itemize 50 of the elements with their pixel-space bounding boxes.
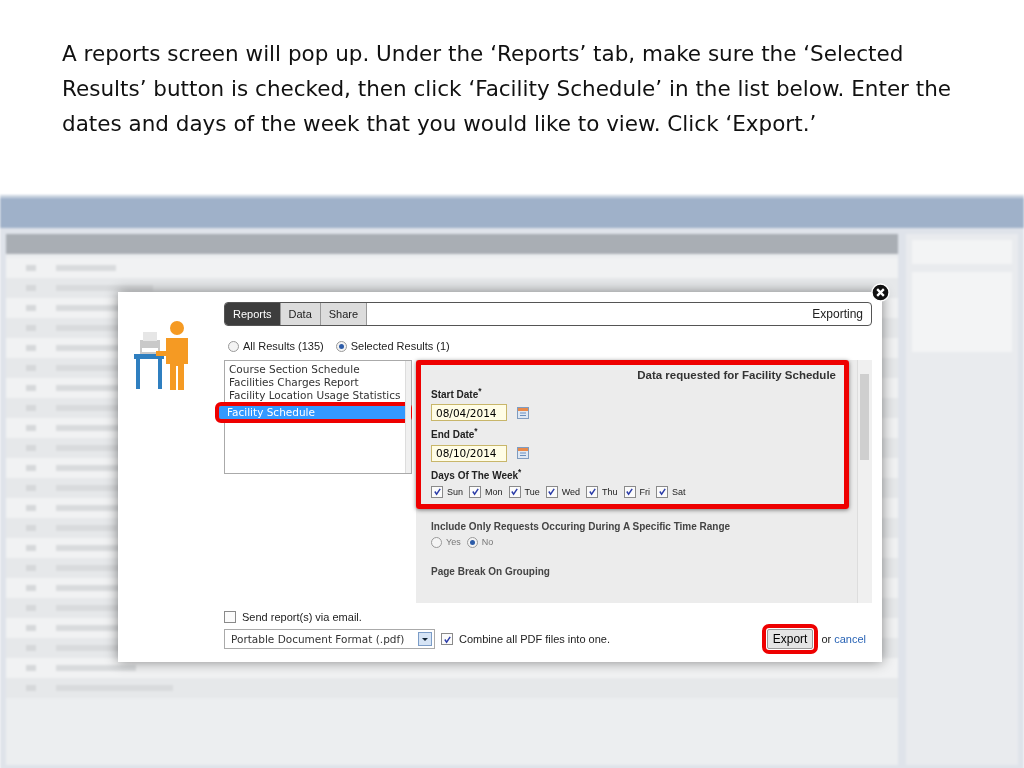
tab[interactable]: Share — [320, 303, 368, 325]
calendar-icon[interactable] — [517, 406, 529, 419]
field-label: Start Date$^{*}$ — [431, 386, 483, 401]
tab[interactable]: Data — [280, 303, 321, 325]
checkbox-label: Send report(s) via email. — [242, 611, 362, 623]
day-label: Thu — [602, 487, 618, 497]
radio-button[interactable] — [431, 537, 442, 548]
field-label: Page Break On Grouping — [431, 566, 551, 577]
or-text: or — [821, 633, 832, 645]
cancel-link[interactable]: cancel — [834, 633, 872, 645]
radio-button[interactable] — [466, 537, 478, 548]
radio-label: All Results (135) — [243, 340, 324, 352]
checkbox[interactable] — [586, 486, 599, 498]
day-label: Sat — [672, 487, 686, 497]
checkbox[interactable] — [441, 633, 453, 645]
report-list-item[interactable]: Facility Location Usage Statistics — [225, 389, 405, 402]
day-label: Tue — [524, 487, 540, 497]
checkbox[interactable] — [623, 486, 636, 498]
tab[interactable]: Reports — [225, 303, 281, 325]
checkbox[interactable] — [431, 486, 443, 498]
checkbox[interactable] — [508, 486, 521, 498]
close-icon[interactable] — [871, 283, 890, 302]
date-field[interactable]: 08/10/2014 — [431, 444, 507, 462]
report-list-item[interactable]: Facilities Charges Report — [225, 376, 405, 389]
checkbox-label: Combine all PDF files into one. — [459, 633, 611, 645]
field-label: Include Only Requests Occuring During A Specific Time Range — [431, 521, 732, 532]
format-dropdown[interactable]: Portable Document Format (.pdf) — [224, 629, 435, 649]
scrollbar[interactable] — [857, 360, 872, 603]
field-label: End Date$^{*}$ — [431, 426, 479, 441]
date-field[interactable]: 08/04/2014 — [431, 404, 507, 422]
radio-button[interactable] — [228, 340, 239, 352]
calendar-icon[interactable] — [517, 447, 529, 460]
checkbox[interactable] — [656, 486, 669, 498]
radio-button[interactable] — [335, 340, 347, 352]
day-label: Fri — [639, 487, 651, 497]
day-label: Sun — [447, 487, 463, 497]
field-label: Days Of The Week$^{*}$ — [431, 466, 523, 481]
checkbox[interactable] — [545, 486, 558, 498]
instruction-text: A reports screen will pop up. Under the ‘Reports’ tab, make sure the ‘Selected Results’ button is checked, then click ‘Facility Schedule’ in the list below. Enter the dates and days of the week that you would like to view. Click ‘Export.’ — [61, 40, 953, 138]
panel-heading: Data requested for Facility Schedule — [636, 369, 836, 381]
radio-label: No — [481, 537, 494, 548]
radio-label: Selected Results (1) — [350, 340, 450, 352]
report-list-item[interactable]: Course Section Schedule — [225, 363, 405, 376]
scrollbar[interactable] — [404, 361, 411, 473]
status-text: Exporting — [812, 307, 864, 321]
radio-label: Yes — [446, 537, 461, 548]
day-label: Mon — [485, 487, 503, 497]
checkbox[interactable] — [224, 611, 236, 623]
checkbox[interactable] — [469, 486, 481, 498]
day-label: Wed — [561, 487, 581, 497]
